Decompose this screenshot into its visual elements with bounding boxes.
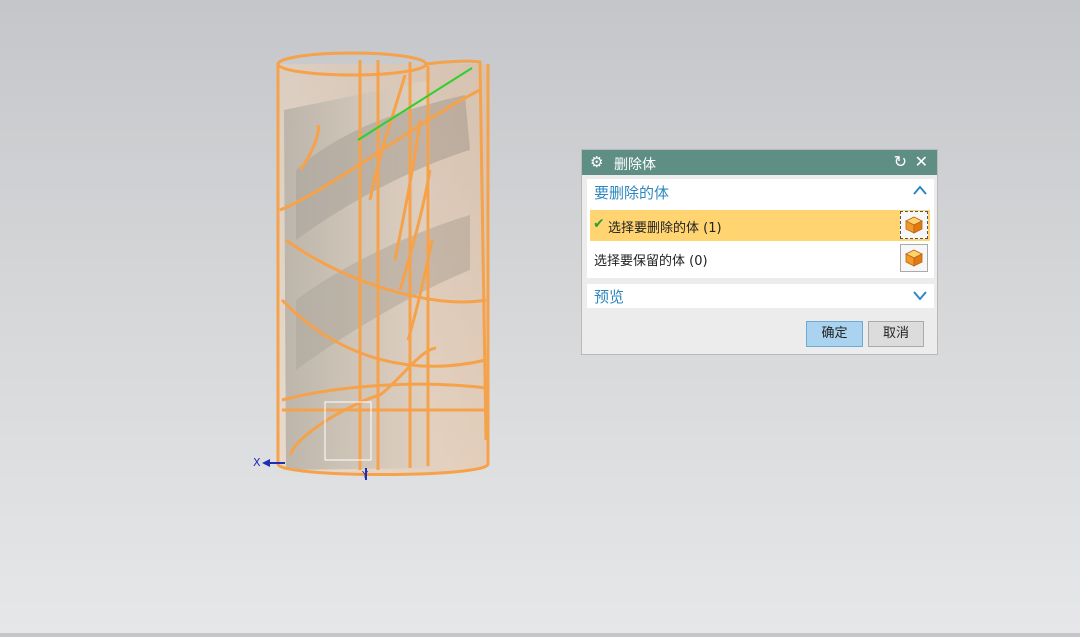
select-bodies-to-keep-row[interactable]: 选择要保留的体 (0) xyxy=(590,243,930,274)
ok-button[interactable]: 确定 xyxy=(806,321,863,347)
bodies-section-header[interactable]: 要删除的体 xyxy=(587,179,934,206)
chevron-down-icon[interactable] xyxy=(912,287,928,303)
gear-icon[interactable]: ⚙ xyxy=(590,153,603,171)
solid-body-cube-icon xyxy=(905,216,923,234)
preview-section: 预览 xyxy=(587,284,934,308)
bodies-to-delete-section: 要删除的体 ✔ 选择要删除的体 (1) 选择要保留的体 (0) xyxy=(587,179,934,278)
select-bodies-to-keep-label: 选择要保留的体 (0) xyxy=(594,254,708,269)
select-delete-body-button[interactable] xyxy=(900,211,928,239)
x-axis-arrowhead xyxy=(262,459,270,467)
select-bodies-to-delete-label: 选择要删除的体 (1) xyxy=(608,221,722,236)
select-bodies-to-delete-row[interactable]: ✔ 选择要删除的体 (1) xyxy=(590,210,930,241)
close-icon[interactable]: ✕ xyxy=(915,152,928,171)
dialog-title: 删除体 xyxy=(614,157,656,173)
highlighted-body[interactable] xyxy=(276,51,490,476)
cancel-button[interactable]: 取消 xyxy=(868,321,924,347)
select-keep-body-button[interactable] xyxy=(900,244,928,272)
triad-x-label: X xyxy=(253,456,261,469)
dialog-title-bar[interactable]: ⚙ 删除体 ↻ ✕ xyxy=(582,150,937,175)
solid-body-cube-icon xyxy=(905,249,923,267)
check-icon: ✔ xyxy=(593,216,605,232)
triad-y-label: Y xyxy=(362,470,369,481)
preview-section-label: 预览 xyxy=(594,288,625,306)
preview-section-header[interactable]: 预览 xyxy=(587,284,934,308)
reset-icon[interactable]: ↻ xyxy=(894,152,907,171)
delete-body-dialog: ⚙ 删除体 ↻ ✕ 要删除的体 ✔ 选择要删除的体 (1) 选择要保留的体 (0… xyxy=(581,149,938,355)
chevron-up-icon[interactable] xyxy=(912,183,928,199)
bodies-section-label: 要删除的体 xyxy=(594,184,670,202)
